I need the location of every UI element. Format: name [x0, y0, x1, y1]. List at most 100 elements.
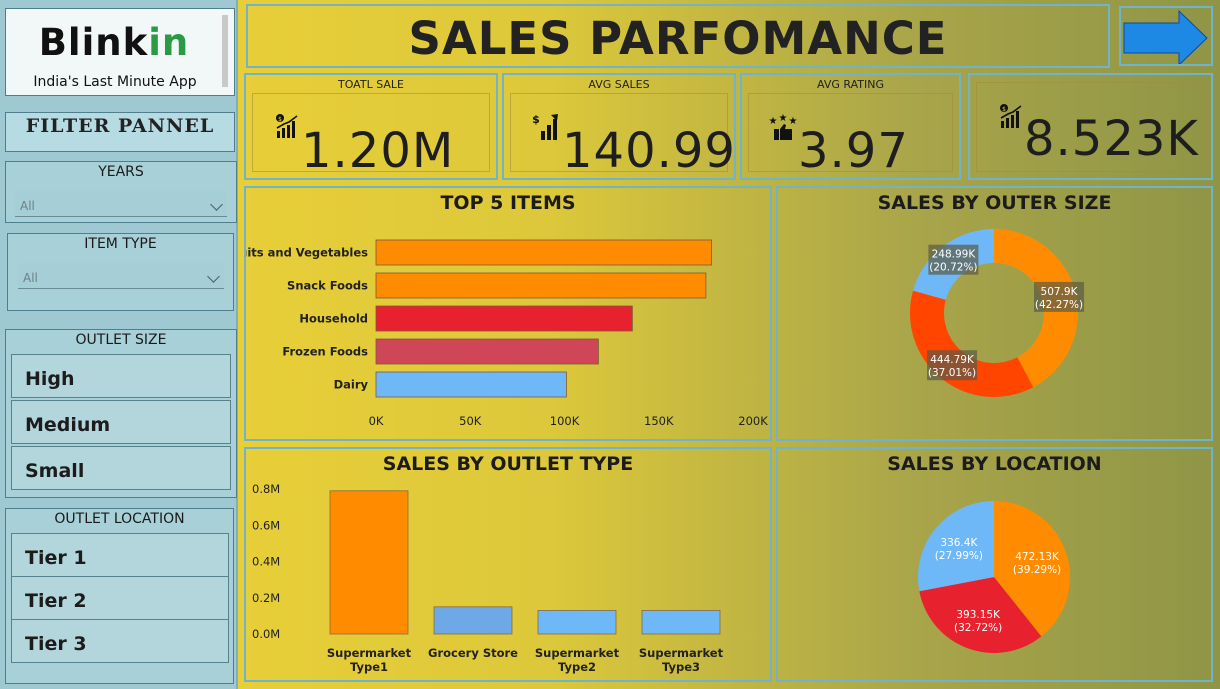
svg-text:★: ★ [789, 116, 798, 127]
slice-value: 393.15K [956, 609, 1001, 621]
years-dropdown[interactable]: All [15, 191, 227, 217]
x-tick-label: 100K [550, 414, 580, 428]
years-slicer: YEARS All [5, 161, 237, 223]
slice[interactable] [910, 290, 1034, 397]
page-title-panel: SALES PARFOMANCE [246, 4, 1110, 68]
svg-text:$: $ [1002, 106, 1006, 113]
outlet-location-option-tier3[interactable]: Tier 3 [11, 619, 229, 663]
outlet-location-slicer: OUTLET LOCATION Tier 1 Tier 2 Tier 3 [5, 508, 234, 684]
category-label: Fruits and Vegetables [246, 246, 368, 260]
dollar-bars-icon: $ [532, 113, 558, 140]
bar[interactable] [433, 606, 513, 635]
category-label: Snack Foods [287, 279, 368, 293]
slice-label: 393.15K(32.72%) [954, 609, 1002, 634]
category-label: Supermarket [639, 646, 724, 660]
brand-logo: Blinkin India's Last Minute App [5, 8, 235, 96]
slice-percent: (32.72%) [954, 622, 1002, 634]
y-tick-label: 0.4M [252, 555, 280, 569]
kpi-value: 8.523K [1024, 111, 1199, 167]
slice-label: 248.99K(20.72%) [928, 244, 979, 275]
bar[interactable] [375, 305, 633, 332]
x-tick-label: 200K [738, 414, 768, 428]
outlet-type-chart-panel: SALES BY OUTLET TYPE 0.0M 0.2M 0.4M 0.6M 0.8… [244, 447, 772, 682]
outlet-size-donut-chart: 507.9K(42.27%) 444.79K(37.01%) 248.99K(20.… [910, 229, 1085, 397]
location-pie-chart: 472.13K(39.29%) 393.15K(32.72%) 336.4K(27.… [918, 501, 1070, 653]
outlet-size-option-medium[interactable]: Medium [11, 400, 231, 444]
bar[interactable] [375, 371, 567, 398]
item-type-dropdown[interactable]: All [18, 263, 224, 289]
sales-growth-icon: $ [276, 114, 298, 138]
top-items-chart-panel: TOP 5 ITEMS Fruits and VegetablesSnack F… [244, 186, 772, 441]
page-title: SALES PARFOMANCE [408, 12, 948, 65]
kpi-label: AVG RATING [817, 78, 884, 91]
slice-label: 472.13K(39.29%) [1013, 551, 1061, 576]
outlet-location-slicer-title: OUTLET LOCATION [54, 511, 185, 527]
slice-label: 444.79K(37.01%) [927, 350, 978, 381]
svg-text:★: ★ [769, 116, 778, 127]
bar[interactable] [641, 610, 721, 635]
bar[interactable] [375, 338, 599, 365]
next-page-button[interactable] [1119, 6, 1213, 67]
y-tick-label: 0.8M [252, 482, 280, 496]
outlet-location-option-tier2[interactable]: Tier 2 [11, 576, 229, 620]
category-label: Dairy [334, 378, 369, 392]
category-label: Household [299, 312, 368, 326]
outlet-size-option-small[interactable]: Small [11, 446, 231, 490]
category-label: Type2 [558, 660, 596, 674]
years-dropdown-value: All [20, 199, 35, 213]
slice-value: 248.99K [932, 249, 977, 261]
svg-text:$: $ [532, 113, 540, 126]
y-tick-label: 0.2M [252, 591, 280, 605]
outlet-size-slicer: OUTLET SIZE High Medium Small [5, 329, 237, 498]
kpi-value: 1.20M [301, 123, 455, 179]
bar[interactable] [375, 239, 712, 266]
kpi-card-avg-sales: AVG SALES $ 140.99 [502, 73, 736, 180]
x-tick-label: 50K [459, 414, 482, 428]
outlet-size-chart-panel: SALES BY OUTER SIZE 507.9K (42.27%) 444.79… [776, 186, 1213, 441]
category-label: Supermarket [535, 646, 620, 660]
logo-tagline: India's Last Minute App [33, 74, 197, 90]
filter-sidebar: Blinkin India's Last Minute App FILTER P… [0, 0, 238, 689]
sales-growth-icon: $ [1000, 104, 1022, 128]
stars-thumb-icon: ★ ★ ★ [769, 113, 798, 140]
outlet-type-bar-chart: 0.0M0.2M0.4M0.6M0.8MSupermarketType1Groc… [252, 482, 724, 674]
bar[interactable] [329, 490, 409, 635]
x-tick-label: 150K [644, 414, 674, 428]
kpi-card-avg-rating: AVG RATING ★ ★ ★ 3.97 [740, 73, 961, 180]
slice-percent: (39.29%) [1013, 564, 1061, 576]
slice-value: 444.79K [930, 354, 975, 366]
location-chart-panel: SALES BY LOCATION 472.13K (39.29%) 393.15K… [776, 447, 1213, 682]
slice-percent: (27.99%) [935, 550, 983, 562]
category-label: Supermarket [327, 646, 412, 660]
arrow-right-icon [1123, 9, 1208, 67]
bar[interactable] [375, 272, 707, 299]
top-items-chart: Fruits and Vegetables Snack Foods Househol… [246, 239, 768, 428]
chevron-down-icon [210, 198, 223, 211]
bar[interactable] [537, 610, 617, 635]
years-slicer-title: YEARS [98, 164, 144, 180]
filter-panel-title: FILTER PANNEL [5, 112, 235, 152]
svg-text:★: ★ [779, 113, 788, 124]
x-tick-label: 0K [369, 414, 384, 428]
logo-scrollbar[interactable] [222, 15, 228, 87]
slice-label: 336.4K(27.99%) [935, 537, 983, 562]
y-tick-label: 0.6M [252, 518, 280, 532]
y-tick-label: 0.0M [252, 627, 280, 641]
outlet-location-option-tier1[interactable]: Tier 1 [11, 533, 229, 577]
category-label: Frozen Foods [282, 345, 368, 359]
outlet-size-slicer-title: OUTLET SIZE [75, 332, 167, 348]
slice-percent: (42.27%) [1035, 299, 1083, 311]
outlet-size-option-high[interactable]: High [11, 354, 231, 398]
kpi-label: TOATL SALE [338, 78, 404, 91]
kpi-value: 140.99 [562, 123, 736, 179]
kpi-card-count: $ 8.523K [968, 73, 1213, 180]
kpi-value: 3.97 [798, 123, 909, 179]
slice-value: 507.9K [1041, 286, 1079, 298]
slice-percent: (37.01%) [928, 367, 976, 379]
slice-percent: (20.72%) [929, 262, 977, 274]
logo-wordmark: Blinkin [38, 21, 190, 64]
item-type-slicer: ITEM TYPE All [7, 233, 234, 311]
category-label: Type1 [350, 660, 388, 674]
category-label: Type3 [662, 660, 700, 674]
kpi-card-total-sale: TOATL SALE $ 1.20M [244, 73, 498, 180]
